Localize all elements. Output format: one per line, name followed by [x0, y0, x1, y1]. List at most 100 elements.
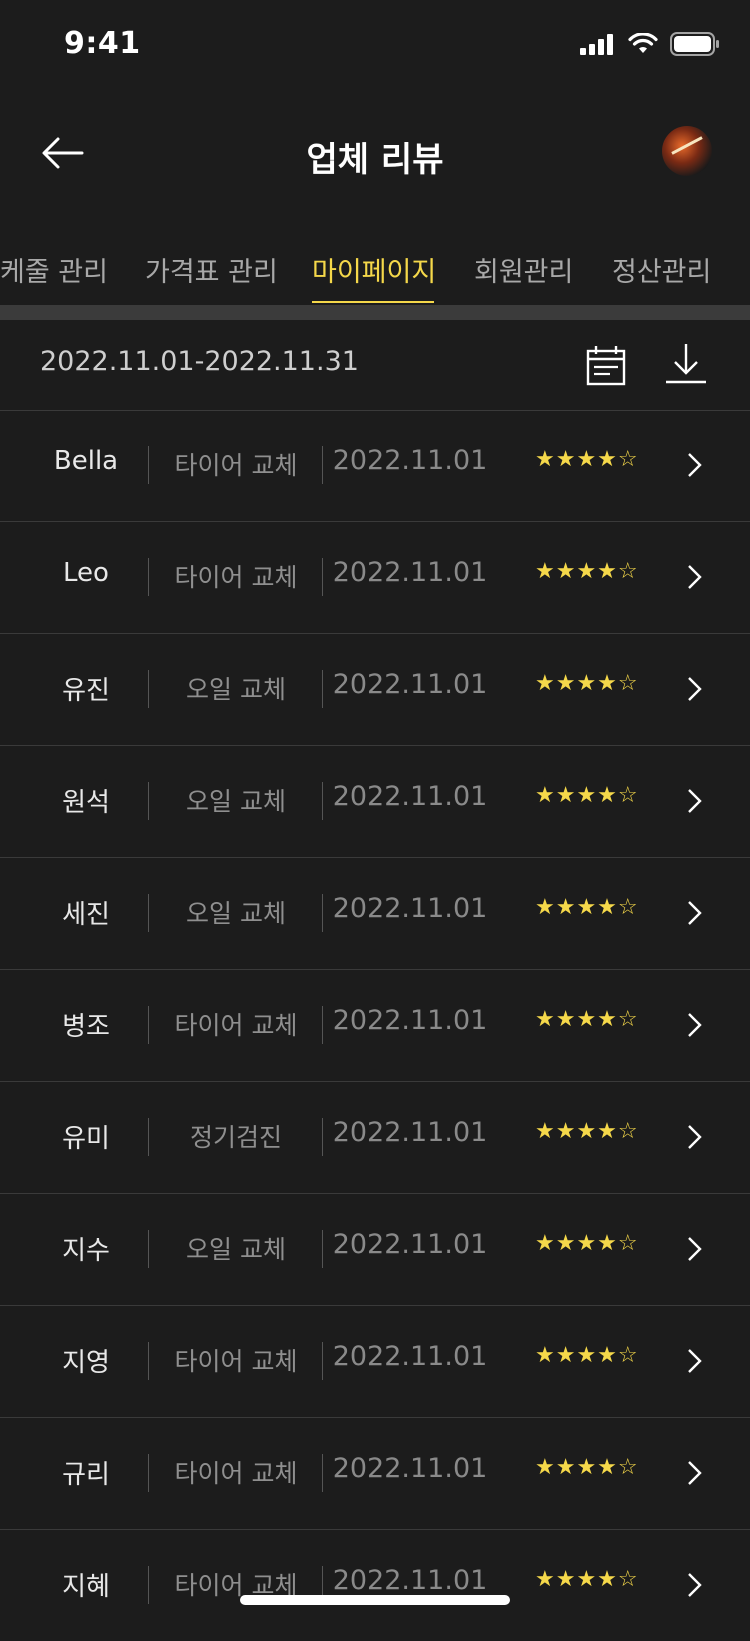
service-type: 타이어 교체 [174, 1011, 298, 1040]
column-divider [148, 1454, 149, 1492]
star-rating: ★★★★☆ [535, 1119, 639, 1144]
active-tab-indicator [312, 301, 434, 303]
review-row[interactable]: 지영 타이어 교체 2022.11.01 ★★★★☆ [0, 1306, 750, 1418]
column-divider [148, 558, 149, 596]
page-title: 업체 리뷰 [306, 140, 444, 180]
star-rating: ★★★★☆ [535, 1231, 639, 1256]
review-date: 2022.11.01 [332, 1229, 488, 1260]
service-type: 타이어 교체 [174, 563, 298, 592]
review-date: 2022.11.01 [332, 1005, 488, 1036]
wifi-icon [628, 33, 658, 53]
chevron-right-icon[interactable] [684, 562, 704, 592]
review-date: 2022.11.01 [332, 781, 488, 812]
column-divider [148, 1342, 149, 1380]
tab-mypage[interactable]: 마이페이지 [312, 250, 436, 289]
review-row[interactable]: 병조 타이어 교체 2022.11.01 ★★★★☆ [0, 970, 750, 1082]
download-button[interactable] [664, 342, 708, 386]
column-divider [322, 1454, 323, 1492]
home-indicator[interactable] [240, 1595, 510, 1605]
reviewer-name: 지혜 [62, 1572, 110, 1602]
column-divider [322, 558, 323, 596]
review-row[interactable]: 지수 오일 교체 2022.11.01 ★★★★☆ [0, 1194, 750, 1306]
review-date: 2022.11.01 [332, 669, 488, 700]
column-divider [322, 894, 323, 932]
column-divider [322, 1006, 323, 1044]
review-date: 2022.11.01 [332, 1117, 488, 1148]
review-row[interactable]: 유미 정기검진 2022.11.01 ★★★★☆ [0, 1082, 750, 1194]
service-type: 오일 교체 [186, 675, 286, 704]
star-rating: ★★★★☆ [535, 1007, 639, 1032]
chevron-right-icon[interactable] [684, 1010, 704, 1040]
chevron-right-icon[interactable] [684, 674, 704, 704]
review-row[interactable]: 규리 타이어 교체 2022.11.01 ★★★★☆ [0, 1418, 750, 1530]
reviewer-name: 지수 [62, 1236, 110, 1266]
review-row[interactable]: Bella 타이어 교체 2022.11.01 ★★★★☆ [0, 410, 750, 522]
column-divider [148, 782, 149, 820]
service-type: 오일 교체 [186, 787, 286, 816]
reviewer-name: 세진 [62, 900, 110, 930]
star-rating: ★★★★☆ [535, 671, 639, 696]
review-list: Bella 타이어 교체 2022.11.01 ★★★★☆ Leo 타이어 교체… [0, 410, 750, 1641]
chevron-right-icon[interactable] [684, 450, 704, 480]
date-range[interactable]: 2022.11.01-2022.11.31 [40, 346, 359, 377]
column-divider [148, 1006, 149, 1044]
service-type: 타이어 교체 [174, 1459, 298, 1488]
review-row[interactable]: 세진 오일 교체 2022.11.01 ★★★★☆ [0, 858, 750, 970]
review-row[interactable]: 유진 오일 교체 2022.11.01 ★★★★☆ [0, 634, 750, 746]
avatar[interactable] [662, 126, 712, 176]
review-date: 2022.11.01 [332, 445, 488, 476]
reviewer-name: Bella [53, 446, 119, 476]
star-rating: ★★★★☆ [535, 783, 639, 808]
column-divider [148, 1230, 149, 1268]
chevron-right-icon[interactable] [684, 786, 704, 816]
service-type: 정기검진 [189, 1123, 282, 1152]
star-rating: ★★★★☆ [535, 447, 639, 472]
reviewer-name: 규리 [62, 1460, 110, 1490]
chevron-right-icon[interactable] [684, 1234, 704, 1264]
reviewer-name: 지영 [62, 1348, 110, 1378]
reviewer-name: 원석 [62, 788, 110, 818]
signal-icon [580, 34, 613, 55]
review-date: 2022.11.01 [332, 557, 488, 588]
column-divider [322, 1230, 323, 1268]
tab-members[interactable]: 회원관리 [474, 250, 573, 289]
chevron-right-icon[interactable] [684, 1458, 704, 1488]
star-rating: ★★★★☆ [535, 559, 639, 584]
star-rating: ★★★★☆ [535, 1455, 639, 1480]
review-row[interactable]: 원석 오일 교체 2022.11.01 ★★★★☆ [0, 746, 750, 858]
tab-bar: 케줄 관리 가격표 관리 마이페이지 회원관리 정산관리 [0, 238, 750, 306]
chevron-right-icon[interactable] [684, 1122, 704, 1152]
tab-settlement[interactable]: 정산관리 [612, 250, 711, 289]
chevron-right-icon[interactable] [684, 898, 704, 928]
reviewer-name: Leo [63, 558, 109, 588]
tab-price-list[interactable]: 가격표 관리 [145, 250, 278, 289]
column-divider [148, 894, 149, 932]
column-divider [148, 670, 149, 708]
column-divider [322, 670, 323, 708]
service-type: 오일 교체 [186, 899, 286, 928]
status-time: 9:41 [64, 26, 141, 61]
status-bar: 9:41 [0, 0, 750, 90]
chevron-right-icon[interactable] [684, 1570, 704, 1600]
review-date: 2022.11.01 [332, 1453, 488, 1484]
service-type: 타이어 교체 [174, 1347, 298, 1376]
review-date: 2022.11.01 [332, 1565, 488, 1596]
star-rating: ★★★★☆ [535, 1567, 639, 1592]
review-date: 2022.11.01 [332, 893, 488, 924]
battery-icon [670, 32, 719, 56]
star-rating: ★★★★☆ [535, 1343, 639, 1368]
column-divider [148, 446, 149, 484]
filter-row: 2022.11.01-2022.11.31 [0, 320, 750, 411]
service-type: 타이어 교체 [174, 451, 298, 480]
calendar-button[interactable] [586, 344, 626, 386]
chevron-right-icon[interactable] [684, 1346, 704, 1376]
column-divider [322, 1118, 323, 1156]
review-row[interactable]: Leo 타이어 교체 2022.11.01 ★★★★☆ [0, 522, 750, 634]
section-divider [0, 305, 750, 320]
reviewer-name: 유진 [62, 676, 110, 706]
review-row[interactable]: 지혜 타이어 교체 2022.11.01 ★★★★☆ [0, 1530, 750, 1641]
column-divider [322, 446, 323, 484]
tab-schedule[interactable]: 케줄 관리 [0, 250, 108, 289]
status-icons [580, 32, 720, 56]
star-rating: ★★★★☆ [535, 895, 639, 920]
